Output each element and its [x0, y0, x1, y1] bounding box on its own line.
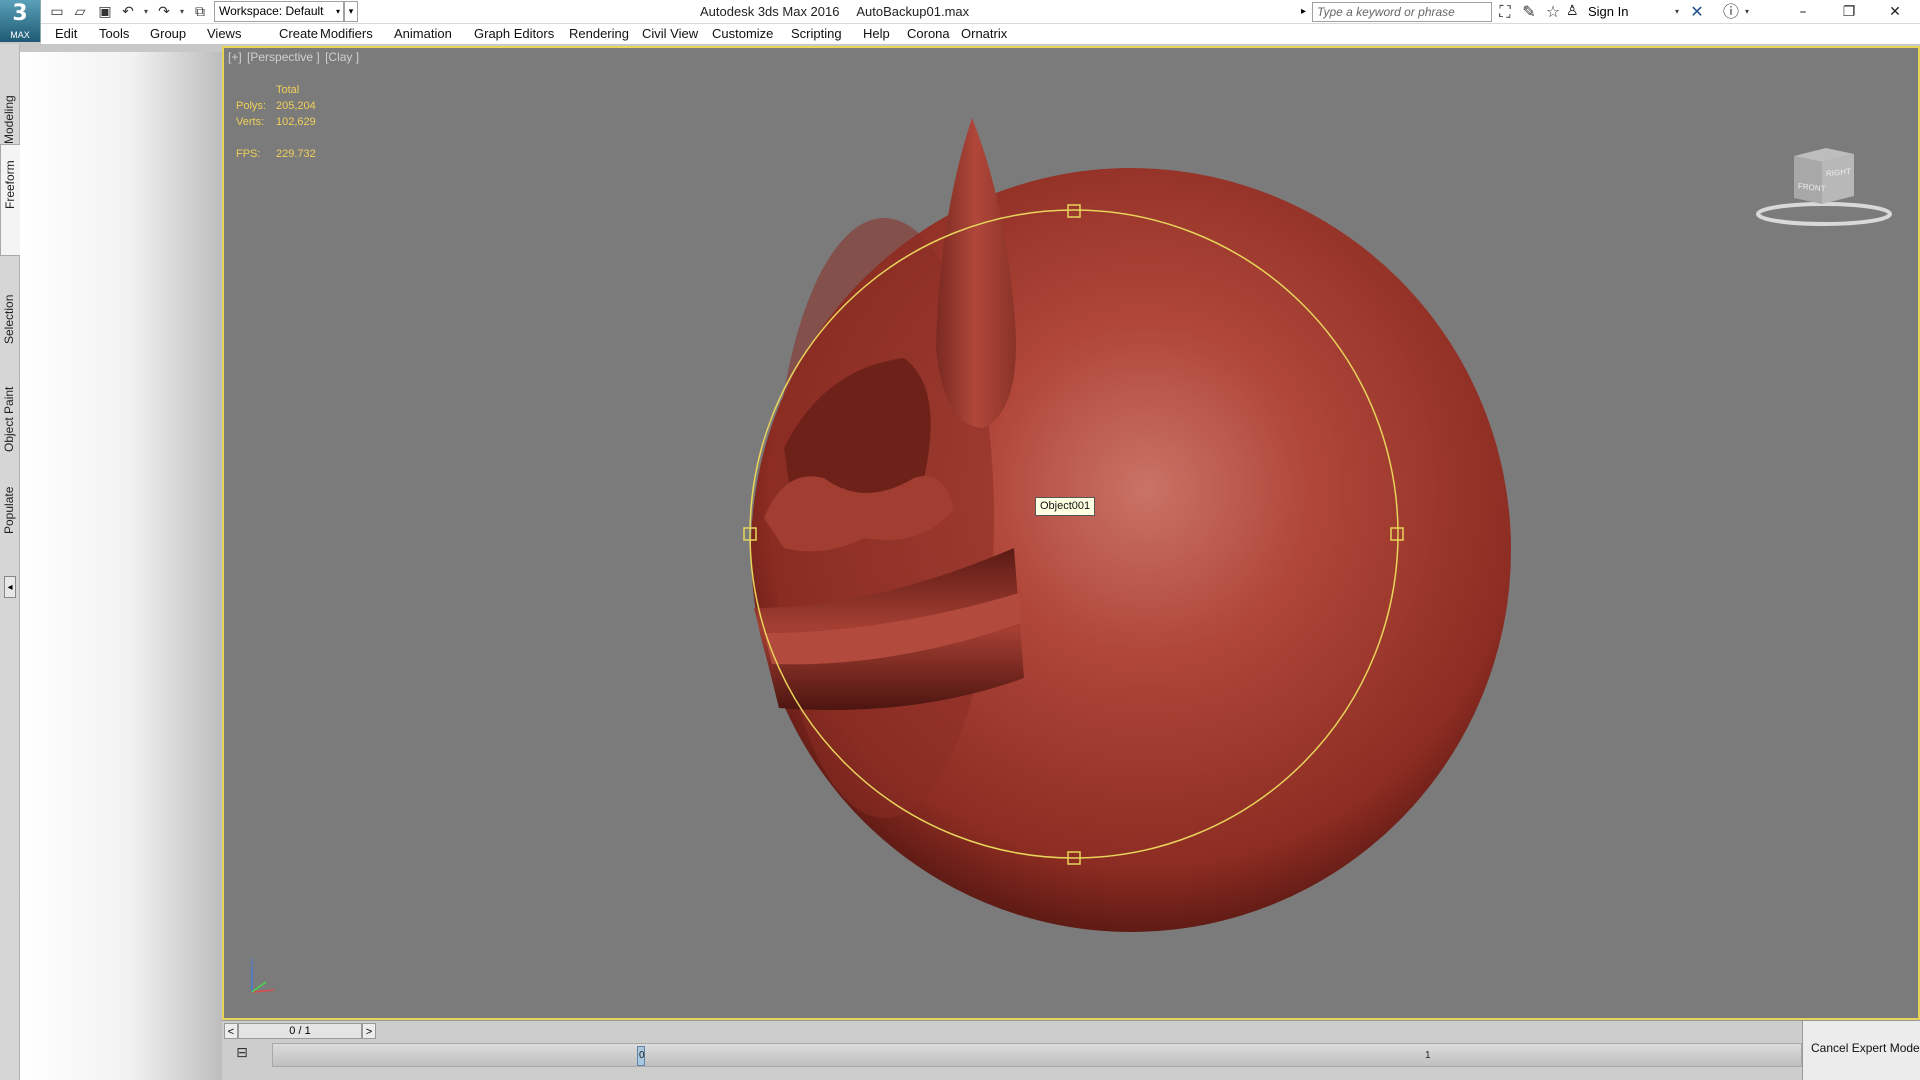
viewcube-front-face[interactable]	[1794, 156, 1822, 204]
menu-views[interactable]: Views	[207, 24, 241, 44]
menu-bar: Edit Tools Group Views Create Modifiers …	[41, 24, 1920, 44]
viewcube-ring[interactable]	[1756, 202, 1892, 226]
title-bar: 3 MAX ▭ ▱ ▣ ↶ ▾ ↷ ▾ ⧉ Workspace: Default…	[0, 0, 1920, 42]
axis-z-label: z	[250, 958, 254, 966]
workspace-dropdown-label: Workspace: Default	[219, 4, 324, 18]
menu-ornatrix[interactable]: Ornatrix	[961, 24, 1007, 44]
help-dropdown-icon[interactable]: ▾	[1742, 2, 1752, 22]
object-name-tooltip: Object001	[1035, 497, 1096, 516]
user-icon: ♙	[1566, 2, 1579, 18]
search-placeholder: Type a keyword or phrase	[1317, 5, 1455, 19]
save-icon[interactable]: ▣	[95, 2, 115, 22]
menu-scripting[interactable]: Scripting	[791, 24, 842, 44]
tab-populate[interactable]: Populate	[0, 456, 20, 538]
curve-editor-toggle-icon[interactable]: ⊟	[232, 1043, 252, 1063]
menu-civil-view[interactable]: Civil View	[642, 24, 698, 44]
emoji-horn[interactable]	[936, 118, 1016, 428]
next-frame-button[interactable]: >	[362, 1023, 376, 1039]
chevron-down-icon: ▾	[335, 7, 340, 16]
tick-label-end: 1	[1425, 1050, 1431, 1061]
axis-tripod: z	[250, 958, 275, 993]
open-file-icon[interactable]: ▱	[70, 2, 90, 22]
search-input[interactable]: Type a keyword or phrase	[1312, 2, 1492, 22]
window-title-file: AutoBackup01.max	[856, 4, 970, 19]
polys-label: Polys:	[236, 100, 266, 112]
close-button[interactable]: ✕	[1872, 0, 1918, 24]
redo-dropdown-icon[interactable]: ▾	[177, 2, 187, 22]
help-icon[interactable]: ⓘ	[1720, 2, 1742, 22]
menu-tools[interactable]: Tools	[99, 24, 129, 44]
ribbon-collapse-toggle[interactable]: ◂	[4, 576, 16, 598]
menu-help[interactable]: Help	[863, 24, 890, 44]
viewport-label[interactable]: [+] [Perspective ] [Clay ]	[228, 50, 359, 64]
menu-animation[interactable]: Animation	[394, 24, 452, 44]
window-title: Autodesk 3ds Max 2016 AutoBackup01.max	[700, 0, 983, 24]
time-slider[interactable]: 0 / 1	[238, 1023, 362, 1039]
track-bar[interactable]: 0 1	[272, 1043, 1802, 1067]
window-title-product: Autodesk 3ds Max 2016	[700, 4, 840, 19]
fps-value: 229.732	[276, 148, 316, 160]
fps-label: FPS:	[236, 148, 261, 160]
workspace-dropdown[interactable]: Workspace: Default ▾	[214, 1, 344, 22]
menu-edit[interactable]: Edit	[55, 24, 77, 44]
menu-graph-editors[interactable]: Graph Editors	[474, 24, 554, 44]
tab-selection-label: Selection	[2, 294, 16, 344]
binoculars-icon[interactable]: ⛶	[1494, 2, 1516, 22]
tab-populate-label: Populate	[2, 486, 16, 534]
sign-in-label: Sign In	[1588, 4, 1629, 19]
autodesk-exchange-icon[interactable]: ✕	[1686, 2, 1708, 22]
tick-label-start: 0	[639, 1050, 645, 1061]
perspective-viewport[interactable]: [+] [Perspective ] [Clay ] Total Polys: 2…	[222, 46, 1920, 1020]
ribbon-tab-strip: Modeling Freeform Selection Object Paint…	[0, 44, 20, 1080]
menu-corona[interactable]: Corona	[907, 24, 950, 44]
ribbon-panel	[20, 52, 222, 1080]
verts-value: 102,629	[276, 116, 316, 128]
search-expand-icon[interactable]: ▸	[1301, 3, 1311, 21]
menu-group[interactable]: Group	[150, 24, 186, 44]
viewcube[interactable]: FRONT RIGHT	[1754, 108, 1894, 228]
sign-in-dropdown-icon[interactable]: ▾	[1672, 2, 1682, 22]
tab-freeform-label: Freeform	[3, 160, 17, 209]
viewport-menu[interactable]: [+]	[228, 50, 242, 64]
verts-label: Verts:	[236, 116, 265, 128]
project-folder-icon[interactable]: ⧉	[190, 2, 210, 22]
viewcube-right-face[interactable]	[1822, 154, 1854, 204]
polys-value: 205,204	[276, 100, 316, 112]
viewport-view-label[interactable]: [Perspective ]	[247, 50, 320, 64]
menu-modifiers[interactable]: Modifiers	[320, 24, 373, 44]
cancel-expert-mode-button[interactable]: Cancel Expert Mode	[1811, 1041, 1920, 1055]
new-file-icon[interactable]: ▭	[47, 2, 67, 22]
previous-frame-button[interactable]: <	[224, 1023, 238, 1039]
restore-button[interactable]: ❐	[1826, 0, 1872, 24]
customize-quick-access-button[interactable]: ▾	[344, 1, 358, 22]
viewport-scene	[743, 118, 1511, 932]
undo-icon[interactable]: ↶	[118, 2, 138, 22]
menu-rendering[interactable]: Rendering	[569, 24, 629, 44]
communication-center-icon[interactable]: ✎	[1518, 2, 1540, 22]
menu-create[interactable]: Create	[279, 24, 318, 44]
redo-icon[interactable]: ↷	[154, 2, 174, 22]
menu-customize[interactable]: Customize	[712, 24, 773, 44]
undo-dropdown-icon[interactable]: ▾	[141, 2, 151, 22]
sign-in-button[interactable]: Sign In	[1588, 0, 1628, 24]
time-slider-area: < 0 / 1 > ⊟ 0 1	[222, 1020, 1802, 1080]
stats-header: Total	[276, 84, 300, 96]
viewport-shading-label[interactable]: [Clay ]	[325, 50, 359, 64]
favorites-star-icon[interactable]: ☆	[1542, 2, 1564, 22]
status-panel: Cancel Expert Mode	[1802, 1020, 1920, 1080]
minimize-button[interactable]: –	[1780, 0, 1826, 24]
